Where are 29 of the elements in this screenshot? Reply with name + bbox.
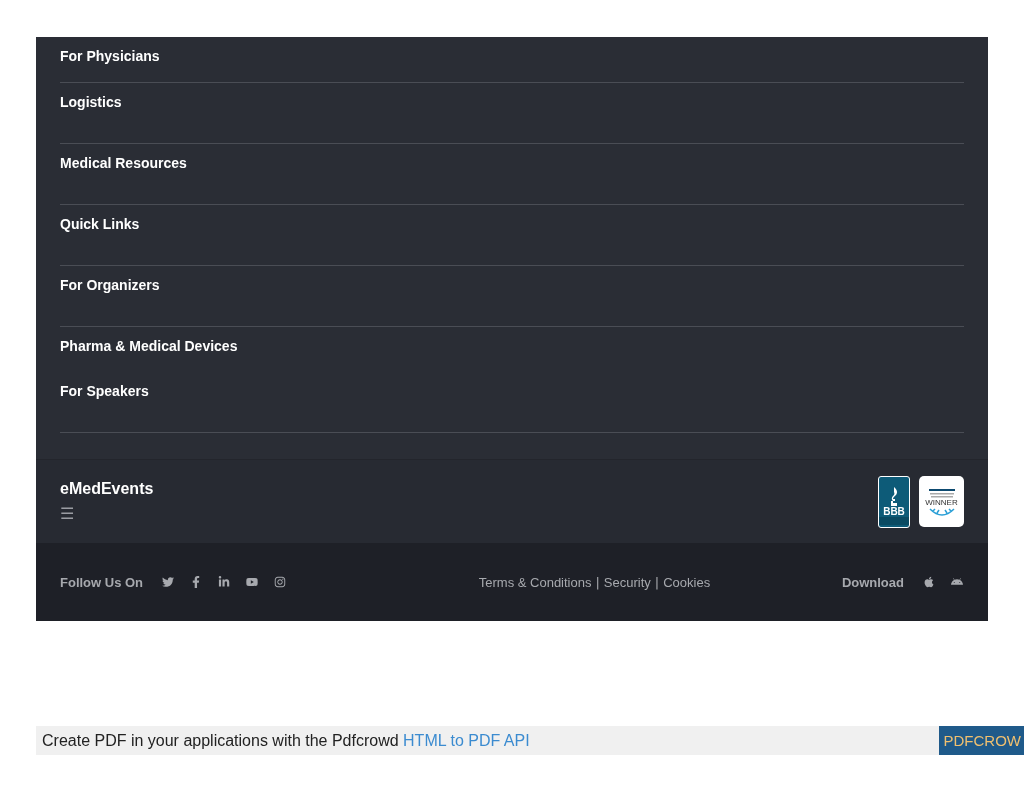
link-separator: | [595,574,600,590]
banner-text: Create PDF in your applications with the Pdfcrowd HTML to PDF API [42,731,530,750]
pdfcrowd-button[interactable]: PDFCROW [938,726,1024,755]
award-text: WINNER [925,497,958,508]
menu-link[interactable]: Logistics [60,94,122,110]
caption-strip [879,516,909,525]
footer-link[interactable]: Cookies [663,574,711,590]
menu-link[interactable]: Medical Resources [60,155,187,171]
accreditation-badge: BBB [878,475,910,528]
menu-link[interactable]: Pharma & Medical Devices [60,338,238,354]
torch-icon [888,486,900,507]
footer-link[interactable]: Terms & Conditions [478,574,592,590]
menu-button[interactable]: ☰ [60,504,76,523]
brand-name: eMedEvents [60,480,154,498]
menu-link[interactable]: Quick Links [60,216,140,232]
menu-link[interactable]: For Organizers [60,277,160,293]
bird-icon[interactable] [161,575,176,589]
link-separator: | [654,574,660,590]
footer-link[interactable]: Security [603,574,651,590]
award-header-drawing [926,487,957,498]
apple-icon[interactable] [922,575,936,589]
menu-link[interactable]: For Speakers [60,383,149,399]
linkedin-icon[interactable] [217,575,232,589]
download-label: Download [841,574,904,590]
youtube-icon[interactable] [245,575,260,589]
menu-link[interactable]: For Physicians [60,48,160,64]
laurel-icon [928,507,955,516]
follow-label: Follow Us On [60,574,144,590]
instagram-icon[interactable] [273,575,288,589]
